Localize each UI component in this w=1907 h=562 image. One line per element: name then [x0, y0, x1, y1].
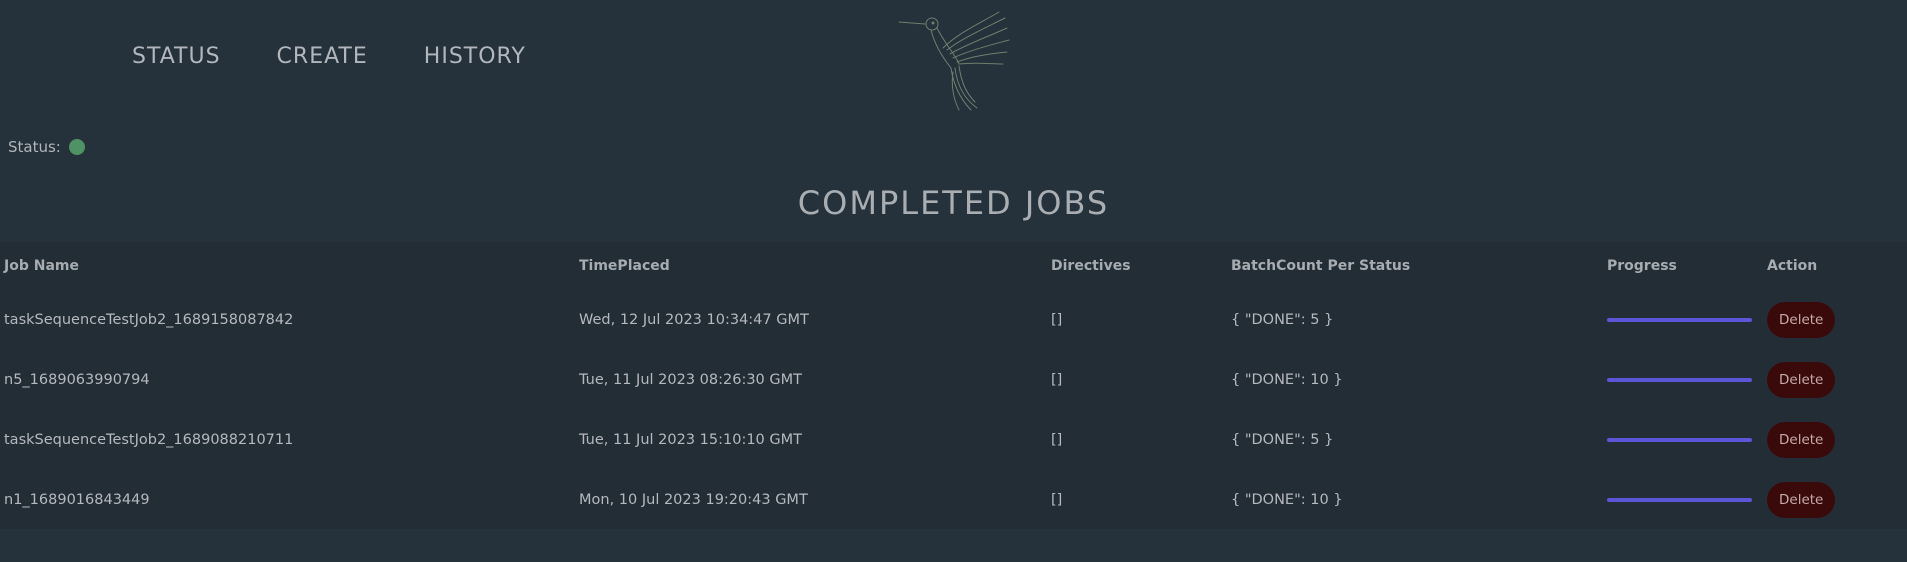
progress-bar	[1607, 438, 1752, 442]
action-cell: Delete	[1767, 470, 1836, 530]
progress-cell	[1607, 410, 1752, 470]
header-batch-count: BatchCount Per Status	[1231, 258, 1411, 274]
delete-button[interactable]: Delete	[1767, 302, 1836, 338]
delete-button[interactable]: Delete	[1767, 422, 1836, 458]
time-placed: Tue, 11 Jul 2023 15:10:10 GMT	[579, 432, 802, 448]
progress-bar	[1607, 378, 1752, 382]
action-cell: Delete	[1767, 290, 1836, 350]
header-directives: Directives	[1051, 258, 1131, 274]
main-nav: STATUS CREATE HISTORY	[132, 44, 526, 69]
delete-button[interactable]: Delete	[1767, 362, 1836, 398]
header-action: Action	[1767, 258, 1818, 274]
time-placed: Tue, 11 Jul 2023 08:26:30 GMT	[579, 372, 802, 388]
directives: []	[1051, 492, 1063, 508]
progress-cell	[1607, 290, 1752, 350]
batch-count: { "DONE": 10 }	[1231, 372, 1343, 388]
batch-count: { "DONE": 5 }	[1231, 432, 1334, 448]
delete-button[interactable]: Delete	[1767, 482, 1836, 518]
batch-count: { "DONE": 10 }	[1231, 492, 1343, 508]
hummingbird-icon	[895, 6, 1015, 116]
directives: []	[1051, 312, 1063, 328]
table-row: taskSequenceTestJob2_1689088210711 Tue, …	[0, 410, 1907, 470]
progress-cell	[1607, 470, 1752, 530]
progress-cell	[1607, 350, 1752, 410]
table-header: Job Name TimePlaced Directives BatchCoun…	[0, 242, 1907, 290]
nav-history[interactable]: HISTORY	[424, 44, 526, 69]
status-label: Status:	[8, 138, 61, 156]
action-cell: Delete	[1767, 350, 1836, 410]
page-title: COMPLETED JOBS	[797, 184, 1110, 222]
progress-bar	[1607, 498, 1752, 502]
directives: []	[1051, 432, 1063, 448]
header-job-name: Job Name	[4, 258, 79, 274]
progress-fill	[1607, 378, 1752, 382]
time-placed: Mon, 10 Jul 2023 19:20:43 GMT	[579, 492, 808, 508]
header-time-placed: TimePlaced	[579, 258, 670, 274]
header-progress: Progress	[1607, 258, 1677, 274]
job-name: taskSequenceTestJob2_1689158087842	[4, 312, 294, 328]
table-row: n5_1689063990794 Tue, 11 Jul 2023 08:26:…	[0, 350, 1907, 410]
progress-bar	[1607, 318, 1752, 322]
jobs-table: Job Name TimePlaced Directives BatchCoun…	[0, 242, 1907, 529]
connection-status: Status:	[8, 138, 85, 156]
directives: []	[1051, 372, 1063, 388]
time-placed: Wed, 12 Jul 2023 10:34:47 GMT	[579, 312, 809, 328]
job-name: taskSequenceTestJob2_1689088210711	[4, 432, 294, 448]
job-name: n5_1689063990794	[4, 372, 150, 388]
nav-create[interactable]: CREATE	[277, 44, 368, 69]
action-cell: Delete	[1767, 410, 1836, 470]
progress-fill	[1607, 318, 1752, 322]
job-name: n1_1689016843449	[4, 492, 150, 508]
status-indicator-icon	[68, 139, 85, 155]
progress-fill	[1607, 498, 1752, 502]
batch-count: { "DONE": 5 }	[1231, 312, 1334, 328]
progress-fill	[1607, 438, 1752, 442]
table-row: taskSequenceTestJob2_1689158087842 Wed, …	[0, 290, 1907, 350]
nav-status[interactable]: STATUS	[132, 44, 221, 69]
table-row: n1_1689016843449 Mon, 10 Jul 2023 19:20:…	[0, 470, 1907, 530]
